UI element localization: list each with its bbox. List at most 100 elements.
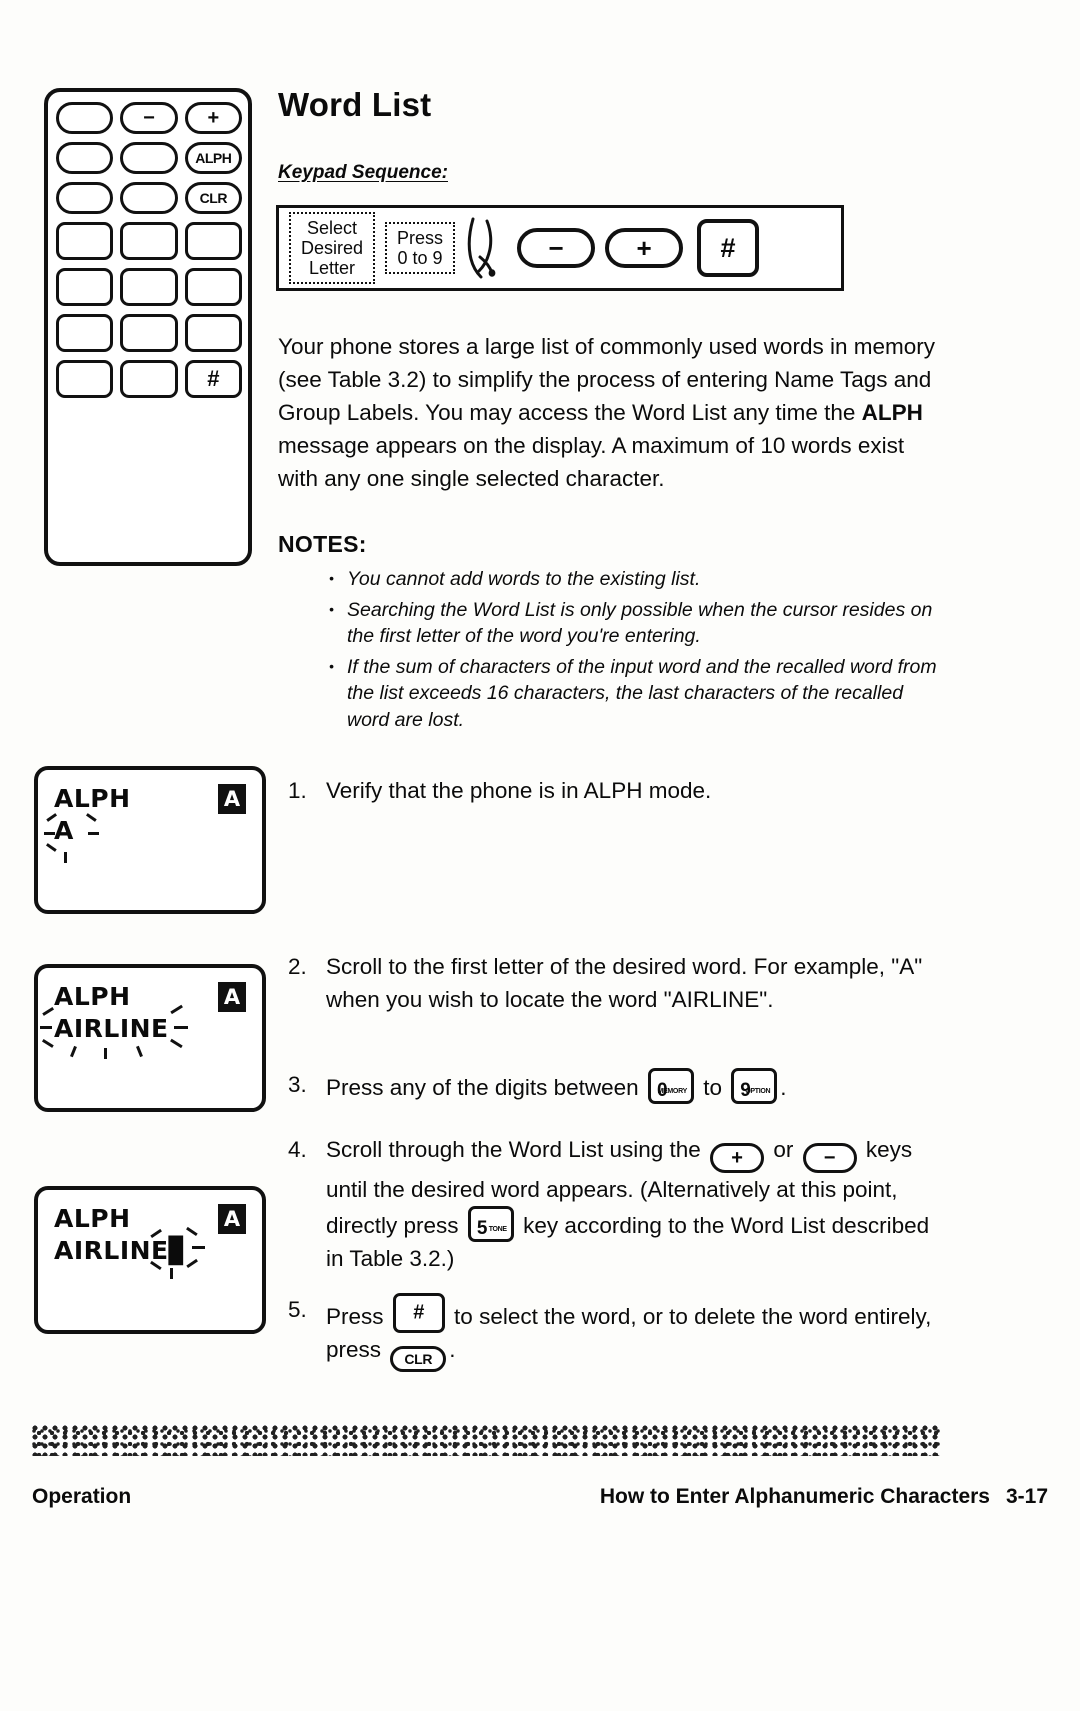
phone-key-blank [120,268,178,306]
phone-key-blank [56,314,114,352]
phone-key-blank [184,268,242,306]
step4-text-part2: or [773,1137,794,1162]
keypad-row: CLR [56,182,242,214]
phone-key-hash: # [184,360,242,398]
sequence-minus-key: − [517,228,596,268]
inline-key-hash: # [392,1293,445,1333]
intro-paragraph-lead: Your phone stores a large list of common… [278,334,935,425]
note-item: If the sum of characters of the input wo… [325,653,937,734]
lcd-line-mode: ALPH [54,1204,131,1233]
step-number: 3. [288,1072,307,1097]
blink-rays-icon [40,1004,202,1059]
inline-key-5: 5 TONE [467,1206,514,1242]
step-text: Scroll to the first letter of the desire… [326,954,923,1012]
sequence-plus-key: + [605,228,684,268]
inline-key-5-digit: 5 [476,1218,488,1239]
alph-keyword: ALPH [861,400,923,425]
blink-rays-icon [146,1226,214,1279]
phone-key-blank [56,182,114,214]
phone-key-blank [56,222,114,260]
phone-key-blank [120,142,178,174]
lcd-display-step2: ALPH AIRLINE A [34,964,266,1112]
step-4: 4. Scroll through the Word List using th… [288,1133,938,1275]
footer-topic-label: How to Enter Alphanumeric Characters 3-17 [600,1485,1048,1509]
phone-key-blank [120,314,178,352]
keypad-sequence-subheading: Keypad Sequence: [278,162,448,183]
inline-key-plus: + [710,1143,765,1173]
notes-list: You cannot add words to the existing lis… [325,565,937,737]
footer-topic-text: How to Enter Alphanumeric Characters [599,1485,990,1508]
step3-text-part2: to [703,1075,722,1100]
step-text: Verify that the phone is in ALPH mode. [326,778,712,803]
inline-key-0: 0 MEMORY [647,1068,694,1104]
step-number: 5. [288,1297,307,1322]
lcd-display-step1: ALPH A A [34,766,266,914]
inline-key-9-sublabel: OPTION [745,1088,771,1096]
document-page: − + ALPH CLR # Word List Keypad Sequence… [0,0,1080,1711]
keypad-row: − + [56,102,242,134]
minus-icon: − [143,107,155,129]
step-1: 1. Verify that the phone is in ALPH mode… [288,774,938,807]
step-5: 5. Press # to select the word, or to del… [288,1293,938,1372]
lcd-display-step4: ALPH AIRLINE▊ A [34,1186,266,1334]
blink-rays-icon [44,812,100,863]
intro-paragraph: Your phone stores a large list of common… [278,330,938,495]
keypad-row [56,268,242,306]
keypad-row: ALPH [56,142,242,174]
step5-text-part1: Press [326,1304,384,1329]
phone-key-blank [56,268,114,306]
phone-key-blank [184,314,242,352]
phone-key-blank [120,222,178,260]
step-number: 4. [288,1137,307,1162]
phone-key-blank [56,142,114,174]
footer-section-label: Operation [32,1485,132,1508]
lcd-line-mode: ALPH [54,982,131,1011]
phone-key-blank [120,182,178,214]
inline-key-clr: CLR [390,1346,447,1372]
sequence-hash-key: # [697,219,760,277]
phone-key-minus: − [120,102,178,134]
inline-key-9: 9 OPTION [731,1068,778,1104]
step-text: Scroll through the Word List using the +… [326,1133,938,1275]
page-title: Word List [278,86,432,123]
keypad-sequence-diagram: Select Desired Letter Press 0 to 9 − + # [276,205,844,291]
phone-key-alph: ALPH [184,142,242,174]
phone-key-blank [56,360,114,398]
lcd-badge-alpha: A [218,982,246,1012]
lcd-badge-alpha: A [218,784,246,814]
lcd-line-mode: ALPH [54,784,131,813]
keypad-row: # [56,360,242,398]
plus-icon: + [207,107,220,129]
lcd-badge-alpha: A [218,1204,246,1234]
step3-text-part1: Press any of the digits between [326,1075,639,1100]
step5-text-part3: . [449,1337,456,1362]
phone-key-clr: CLR [184,182,242,214]
phone-key-blank [120,360,178,398]
note-item: You cannot add words to the existing lis… [325,565,937,593]
step-number: 1. [288,778,307,803]
keypad-row [56,222,242,260]
intro-paragraph-tail: message appears on the display. A maximu… [278,433,905,491]
step-2: 2. Scroll to the first letter of the des… [288,950,938,1016]
decorative-halftone-band [32,1424,940,1456]
keypad-grid: − + ALPH CLR # [56,102,242,406]
hash-icon: # [207,366,220,391]
step3-text-part3: . [780,1075,787,1100]
footer-page-number: 3-17 [1005,1485,1048,1508]
pointing-hand-icon [467,217,496,279]
step-text: Press any of the digits between 0 MEMORY… [326,1068,938,1104]
step-number: 2. [288,954,307,979]
notes-heading: NOTES: [278,531,367,557]
phone-key-blank [184,222,242,260]
step-3: 3. Press any of the digits between 0 MEM… [288,1068,938,1104]
phone-key-blank [56,102,114,134]
inline-key-0-sublabel: MEMORY [657,1088,688,1096]
sequence-step-select-letter: Select Desired Letter [289,211,376,285]
sequence-step-press-digit: Press 0 to 9 [385,221,456,275]
step-text: Press # to select the word, or to delete… [326,1293,938,1372]
inline-key-minus: − [802,1143,857,1173]
note-item: Searching the Word List is only possible… [325,596,937,650]
hash-icon: # [413,1301,425,1324]
inline-key-5-sublabel: TONE [488,1226,507,1234]
step4-text-part1: Scroll through the Word List using the [326,1137,701,1162]
